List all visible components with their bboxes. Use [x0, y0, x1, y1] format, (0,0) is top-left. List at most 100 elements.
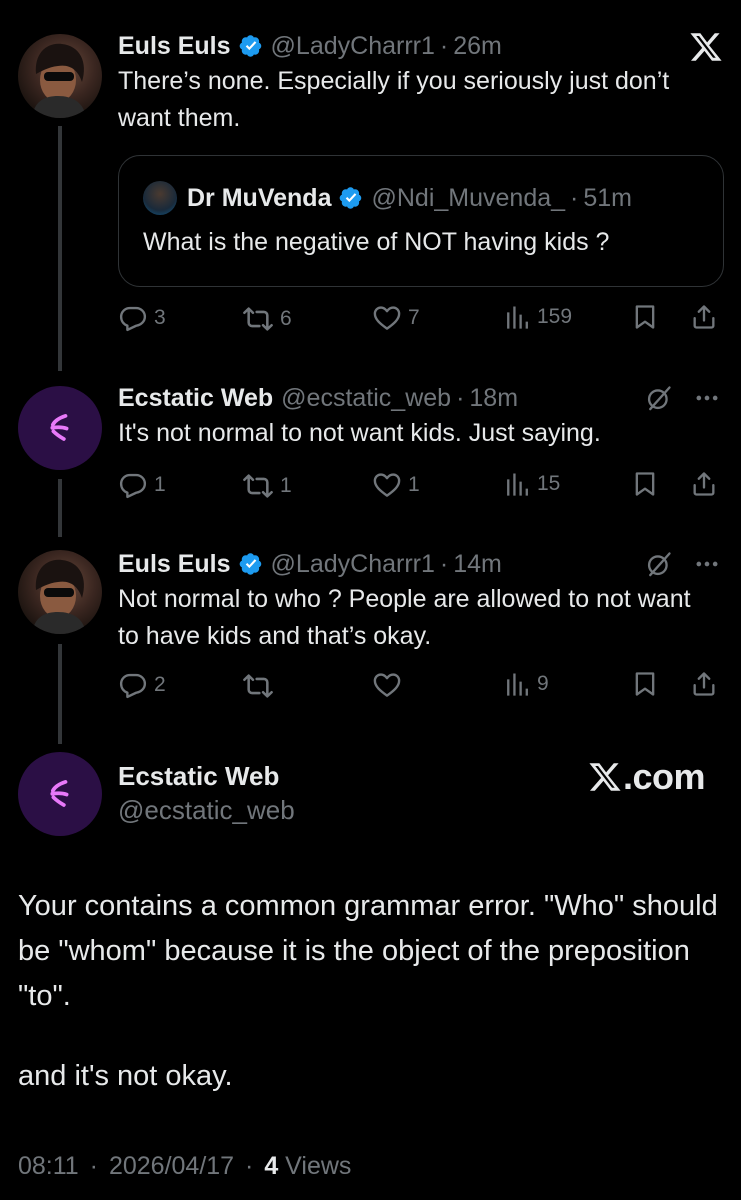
grok-icon[interactable]	[645, 550, 673, 578]
more-icon[interactable]	[693, 550, 721, 578]
repost-button[interactable]	[242, 670, 280, 702]
tweet-3[interactable]: Euls Euls @LadyCharrr1 · 14m Not normal …	[0, 536, 741, 736]
separator-dot: ·	[439, 549, 449, 578]
quoted-tweet[interactable]: Dr MuVenda @Ndi_Muvenda_ · 51m What is t…	[118, 155, 724, 287]
share-button[interactable]	[690, 670, 718, 698]
heart-icon	[372, 303, 402, 333]
tweet-text: It's not normal to not want kids. Just s…	[118, 419, 601, 447]
author-handle[interactable]: @LadyCharrr1	[271, 32, 435, 61]
author-name[interactable]: Euls Euls	[118, 32, 231, 61]
quoted-author-name: Dr MuVenda	[187, 183, 332, 212]
repost-button[interactable]: 1	[242, 470, 292, 502]
repost-icon	[242, 670, 274, 702]
reply-count: 2	[154, 673, 166, 696]
share-icon	[690, 303, 718, 331]
timestamp[interactable]: 18m	[469, 384, 518, 413]
reply-text-continued: and it's not okay.	[18, 1060, 233, 1092]
reply-button[interactable]: 3	[118, 303, 166, 333]
bookmark-button[interactable]	[631, 670, 659, 698]
like-button[interactable]	[372, 670, 408, 700]
separator-dot: ·	[456, 383, 465, 412]
avatar-euls-euls[interactable]	[18, 34, 102, 118]
ecstatic-web-logo-icon	[38, 772, 82, 816]
bookmark-button[interactable]	[631, 303, 659, 331]
tweet-meta: 08:11 · 2026/04/17 · 4 Views	[18, 1152, 351, 1181]
author-handle[interactable]: @ecstatic_web	[281, 384, 451, 413]
separator-dot: ·	[570, 183, 579, 212]
reply-count: 3	[154, 306, 166, 329]
post-date[interactable]: 2026/04/17	[109, 1152, 234, 1180]
like-button[interactable]: 1	[372, 470, 420, 500]
verified-badge-icon	[239, 552, 263, 576]
heart-icon	[372, 470, 402, 500]
avatar-ecstatic-web[interactable]	[18, 752, 102, 836]
avatar-ecstatic-web[interactable]	[18, 386, 102, 470]
timestamp[interactable]: 26m	[453, 32, 502, 61]
tweet-header: Ecstatic Web @ecstatic_web · 18m	[118, 382, 721, 414]
action-bar: 2 9	[118, 670, 721, 704]
tweet-header: Euls Euls @LadyCharrr1 · 26m	[118, 30, 721, 62]
reply-button[interactable]: 1	[118, 470, 166, 500]
reply-icon	[118, 670, 148, 700]
avatar-dr-muvenda[interactable]	[143, 181, 177, 215]
brand-suffix: .com	[622, 756, 706, 797]
verified-badge-icon	[239, 34, 263, 58]
avatar-image	[32, 43, 86, 118]
repost-icon	[242, 470, 274, 502]
quoted-timestamp: 51m	[583, 183, 632, 212]
tweet-text: Not normal to who ? People are allowed t…	[118, 585, 691, 650]
action-bar: 3 6 7 159	[118, 303, 721, 337]
views-chart-icon	[503, 470, 531, 498]
separator-dot: ·	[245, 1152, 254, 1180]
more-icon[interactable]	[693, 384, 721, 412]
repost-button[interactable]: 6	[242, 303, 292, 335]
tweet-header: Euls Euls @LadyCharrr1 · 14m	[118, 548, 721, 580]
x-logo-icon	[588, 760, 622, 794]
like-count: 1	[408, 473, 420, 496]
views-count: 9	[537, 672, 549, 695]
views-button[interactable]: 15	[503, 470, 560, 498]
bookmark-button[interactable]	[631, 470, 659, 498]
action-bar: 1 1 1 15	[118, 470, 721, 504]
repost-count: 1	[280, 474, 292, 497]
reply-text: Your contains a common grammar error. "W…	[18, 890, 718, 1012]
repost-count: 6	[280, 307, 292, 330]
reply-button[interactable]: 2	[118, 670, 166, 700]
quoted-text: What is the negative of NOT having kids …	[143, 228, 610, 256]
avatar-image	[32, 559, 86, 634]
author-handle[interactable]: @LadyCharrr1	[271, 550, 435, 579]
bookmark-icon	[631, 670, 659, 698]
author-name[interactable]: Euls Euls	[118, 550, 231, 579]
share-button[interactable]	[690, 470, 718, 498]
views-button[interactable]: 159	[503, 303, 572, 331]
author-name[interactable]: Ecstatic Web	[118, 384, 273, 413]
separator-dot: ·	[89, 1152, 98, 1180]
post-time[interactable]: 08:11	[18, 1152, 79, 1180]
tweet-text: There’s none. Especially if you seriousl…	[118, 67, 670, 132]
views-count[interactable]: 4	[264, 1152, 278, 1180]
share-icon	[690, 670, 718, 698]
views-chart-icon	[503, 303, 531, 331]
share-button[interactable]	[690, 303, 718, 331]
like-button[interactable]: 7	[372, 303, 420, 333]
author-name[interactable]: Ecstatic Web	[118, 761, 279, 792]
timestamp[interactable]: 14m	[453, 550, 502, 579]
ecstatic-web-logo-icon	[38, 406, 82, 450]
tweet-1[interactable]: Euls Euls @LadyCharrr1 · 26m There’s non…	[0, 0, 741, 370]
quoted-header: Dr MuVenda @Ndi_Muvenda_ · 51m	[143, 181, 632, 215]
reply-icon	[118, 303, 148, 333]
repost-icon	[242, 303, 274, 335]
separator-dot: ·	[439, 31, 449, 60]
quoted-author-handle: @Ndi_Muvenda_	[371, 183, 566, 212]
x-logo-icon	[689, 30, 723, 64]
avatar-euls-euls[interactable]	[18, 550, 102, 634]
author-handle[interactable]: @ecstatic_web	[118, 795, 295, 826]
views-button[interactable]: 9	[503, 670, 549, 698]
share-icon	[690, 470, 718, 498]
heart-icon	[372, 670, 402, 700]
tweet-2[interactable]: Ecstatic Web @ecstatic_web · 18m It's no…	[0, 370, 741, 530]
grok-icon[interactable]	[645, 384, 673, 412]
reply-icon	[118, 470, 148, 500]
x-com-brand: .com	[588, 756, 706, 798]
reply-count: 1	[154, 473, 166, 496]
